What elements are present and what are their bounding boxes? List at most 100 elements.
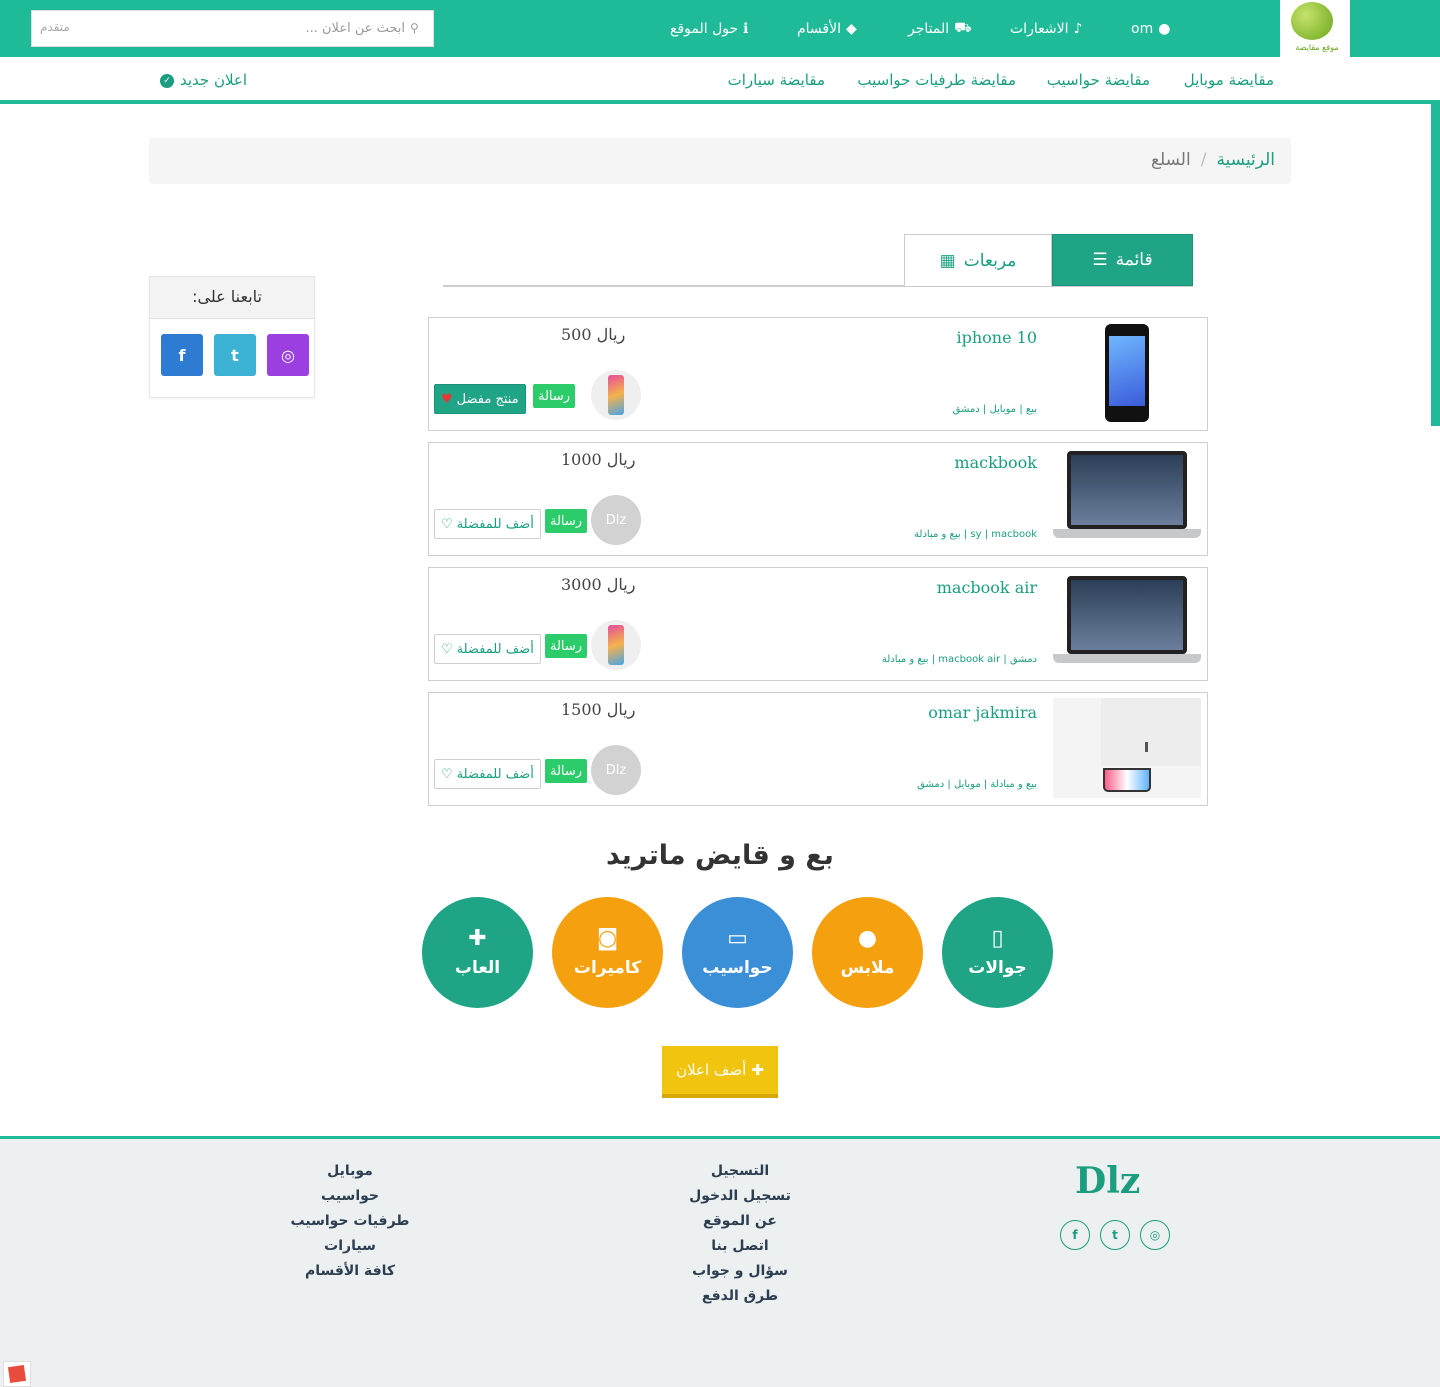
footer-link[interactable]: عن الموقع xyxy=(703,1212,777,1231)
category-label: العاب xyxy=(454,957,501,978)
laptop-icon: ▭ xyxy=(727,925,748,951)
corner-widget[interactable] xyxy=(3,1361,31,1387)
camera-icon: ◙ xyxy=(596,925,619,951)
nav-notifications[interactable]: الاشعارات ♪ xyxy=(1010,18,1082,40)
category-cameras[interactable]: ◙ كاميرات xyxy=(552,897,663,1008)
instagram-icon[interactable]: ◎ xyxy=(1140,1220,1170,1250)
subnav-computers[interactable]: مقايضة حواسيب xyxy=(1047,71,1150,89)
seller-avatar[interactable]: Dlz xyxy=(591,745,641,795)
instagram-icon[interactable]: ◎ xyxy=(267,334,309,376)
list-item[interactable]: mackbook sy | macbook | بيع و مبادلة ريا… xyxy=(428,442,1208,556)
item-thumbnail[interactable] xyxy=(1053,573,1201,673)
tag-icon: ◆ xyxy=(846,21,857,37)
item-title[interactable]: omar jakmira xyxy=(928,703,1037,722)
footer-link[interactable]: حواسيب xyxy=(321,1187,379,1206)
add-ad-label: أضف اعلان xyxy=(676,1061,747,1079)
footer-link[interactable]: سؤال و جواب xyxy=(692,1262,788,1281)
new-ad-link[interactable]: اعلان جديد ✓ xyxy=(160,71,247,89)
info-icon: ℹ xyxy=(743,21,749,37)
follow-us-header: تابعنا على: xyxy=(150,277,314,319)
tab-grid[interactable]: ▦ مربعات xyxy=(904,234,1052,286)
item-meta: دمشق | macbook air | بيع و مبادلة xyxy=(881,654,1037,665)
advanced-search-link[interactable]: متقدم xyxy=(40,20,70,34)
nav-about[interactable]: حول الموقع ℹ xyxy=(670,18,748,40)
footer-link[interactable]: موبايل xyxy=(327,1162,373,1181)
heart-outline-icon: ♡ xyxy=(441,516,453,532)
item-title[interactable]: macbook air xyxy=(937,578,1037,597)
footer-link[interactable]: طرق الدفع xyxy=(702,1287,778,1306)
nav-categories[interactable]: الأقسام ◆ xyxy=(797,18,857,40)
facebook-icon[interactable]: f xyxy=(161,334,203,376)
category-label: كاميرات xyxy=(573,957,642,978)
message-button[interactable]: رسالة xyxy=(545,634,588,658)
twitter-icon[interactable]: t xyxy=(214,334,256,376)
category-clothes[interactable]: ● ملابس xyxy=(812,897,923,1008)
footer-link[interactable]: تسجيل الدخول xyxy=(689,1187,791,1206)
item-price: ريال 1500 xyxy=(561,700,636,719)
subnav-cars[interactable]: مقايضة سيارات xyxy=(728,71,825,89)
subnav-mobile[interactable]: مقايضة موبايل xyxy=(1184,71,1274,89)
heart-icon: ♥ xyxy=(441,391,453,407)
favorite-button[interactable]: أضف للمفضلة ♡ xyxy=(434,759,541,789)
favorite-button[interactable]: أضف للمفضلة ♡ xyxy=(434,509,541,539)
category-computers[interactable]: ▭ حواسيب xyxy=(682,897,793,1008)
tab-list[interactable]: ☰ قائمة xyxy=(1052,234,1193,286)
list-item[interactable]: iphone 10 بيع | موبايل | دمشق ريال 500 ر… xyxy=(428,317,1208,431)
item-thumbnail[interactable] xyxy=(1105,324,1149,422)
item-price: ريال 3000 xyxy=(561,575,636,594)
site-logo[interactable]: موقع مقايضة xyxy=(1280,0,1350,57)
footer-links-site: التسجيل تسجيل الدخول عن الموقع اتصل بنا … xyxy=(660,1162,820,1306)
item-thumbnail[interactable] xyxy=(1053,698,1201,798)
footer-link[interactable]: اتصل بنا xyxy=(711,1237,768,1256)
breadcrumb: الرئيسية / السلع xyxy=(149,138,1291,184)
check-circle-icon: ✓ xyxy=(160,74,174,88)
user-menu[interactable]: om ● xyxy=(1131,18,1170,40)
cart-icon: ⛟ xyxy=(954,20,972,36)
footer-link[interactable]: التسجيل xyxy=(711,1162,769,1181)
seller-avatar[interactable] xyxy=(591,370,641,420)
favorite-button[interactable]: أضف للمفضلة ♡ xyxy=(434,634,541,664)
category-mobiles[interactable]: ▯ جوالات xyxy=(942,897,1053,1008)
item-thumbnail[interactable] xyxy=(1053,448,1201,548)
message-button[interactable]: رسالة xyxy=(545,759,588,783)
mobile-icon: ▯ xyxy=(991,925,1004,951)
tab-grid-label: مربعات xyxy=(963,250,1017,271)
user-icon: ● xyxy=(1158,21,1171,37)
favorite-button[interactable]: منتج مفضل ♥ xyxy=(434,384,526,414)
logo-text: موقع مقايضة xyxy=(1295,43,1339,52)
search-icon[interactable]: ⚲ xyxy=(410,21,419,35)
footer-link[interactable]: سيارات xyxy=(324,1237,376,1256)
heart-outline-icon: ♡ xyxy=(441,641,453,657)
top-navbar: موقع مقايضة om ● الاشعارات ♪ المتاجر ⛟ ا… xyxy=(0,0,1440,57)
item-title[interactable]: mackbook xyxy=(954,453,1037,472)
nav-stores[interactable]: المتاجر ⛟ xyxy=(908,18,972,40)
footer-link[interactable]: كافة الأقسام xyxy=(305,1262,395,1281)
seller-avatar[interactable]: Dlz xyxy=(591,495,641,545)
favorite-label: أضف للمفضلة xyxy=(456,641,534,657)
twitter-icon[interactable]: t xyxy=(1100,1220,1130,1250)
footer-links-categories: موبايل حواسيب طرفيات حواسيب سيارات كافة … xyxy=(270,1162,430,1281)
breadcrumb-current: السلع xyxy=(1150,150,1191,170)
item-meta: بيع و مبادلة | موبايل | دمشق xyxy=(917,779,1037,790)
search-input[interactable] xyxy=(150,11,405,46)
seller-avatar[interactable] xyxy=(591,620,641,670)
breadcrumb-home[interactable]: الرئيسية xyxy=(1216,150,1275,170)
subnav-peripherals[interactable]: مقايضة طرفيات حواسيب xyxy=(857,71,1016,89)
message-button[interactable]: رسالة xyxy=(533,384,576,408)
plus-icon: ✚ xyxy=(751,1061,764,1079)
facebook-icon[interactable]: f xyxy=(1060,1220,1090,1250)
list-item[interactable]: omar jakmira بيع و مبادلة | موبايل | دمش… xyxy=(428,692,1208,806)
footer-brand: Dlz xyxy=(1075,1160,1141,1202)
grid-icon: ▦ xyxy=(939,250,956,271)
category-subnav: مقايضة موبايل مقايضة حواسيب مقايضة طرفيا… xyxy=(0,57,1440,104)
categories-heading: بع و قايض ماتريد xyxy=(606,840,834,871)
category-label: جوالات xyxy=(968,957,1027,978)
add-ad-button[interactable]: ✚ أضف اعلان xyxy=(662,1046,778,1098)
category-games[interactable]: ✚ العاب xyxy=(422,897,533,1008)
message-button[interactable]: رسالة xyxy=(545,509,588,533)
list-item[interactable]: macbook air دمشق | macbook air | بيع و م… xyxy=(428,567,1208,681)
category-label: حواسيب xyxy=(702,957,773,978)
item-title[interactable]: iphone 10 xyxy=(956,328,1037,347)
search-bar: ⚲ متقدم xyxy=(31,10,434,47)
footer-link[interactable]: طرفيات حواسيب xyxy=(291,1212,410,1231)
